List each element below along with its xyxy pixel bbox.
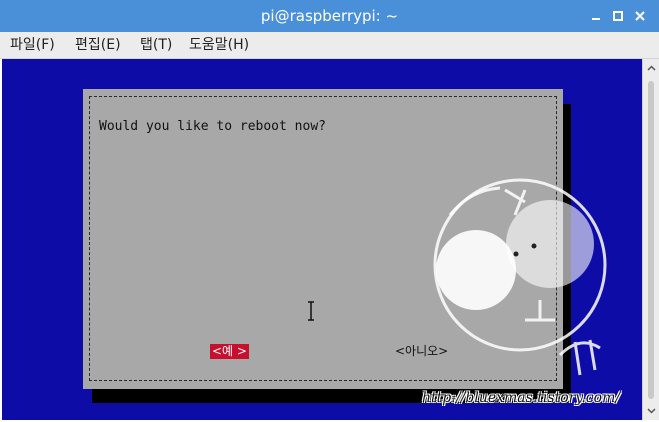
close-button[interactable] bbox=[632, 8, 648, 24]
scrollbar-thumb[interactable] bbox=[648, 81, 654, 399]
menu-help[interactable]: 도움말(H) bbox=[189, 32, 249, 58]
minimize-button[interactable] bbox=[588, 8, 604, 24]
text-cursor-icon bbox=[308, 301, 314, 321]
menu-file[interactable]: 파일(F) bbox=[10, 32, 55, 58]
dialog-question: Would you like to reboot now? bbox=[99, 119, 326, 134]
yes-button[interactable]: <예 > bbox=[210, 344, 249, 359]
menu-bar: 파일(F) 편집(E) 탭(T) 도움말(H) bbox=[0, 32, 659, 59]
scroll-down-icon[interactable] bbox=[647, 406, 656, 415]
watermark-url: http://bluexmas.tistory.com/ bbox=[422, 390, 621, 406]
window-titlebar[interactable]: pi@raspberrypi: ~ bbox=[0, 0, 659, 32]
window-title: pi@raspberrypi: ~ bbox=[260, 7, 399, 25]
scroll-up-icon[interactable] bbox=[647, 64, 656, 73]
close-icon bbox=[635, 11, 645, 21]
vertical-scrollbar[interactable] bbox=[642, 59, 659, 420]
menu-tabs[interactable]: 탭(T) bbox=[140, 32, 172, 58]
maximize-button[interactable] bbox=[610, 8, 626, 24]
minimize-icon bbox=[592, 18, 600, 20]
watermark-logo bbox=[433, 178, 607, 376]
maximize-icon bbox=[613, 11, 623, 21]
menu-edit[interactable]: 편집(E) bbox=[75, 32, 121, 58]
